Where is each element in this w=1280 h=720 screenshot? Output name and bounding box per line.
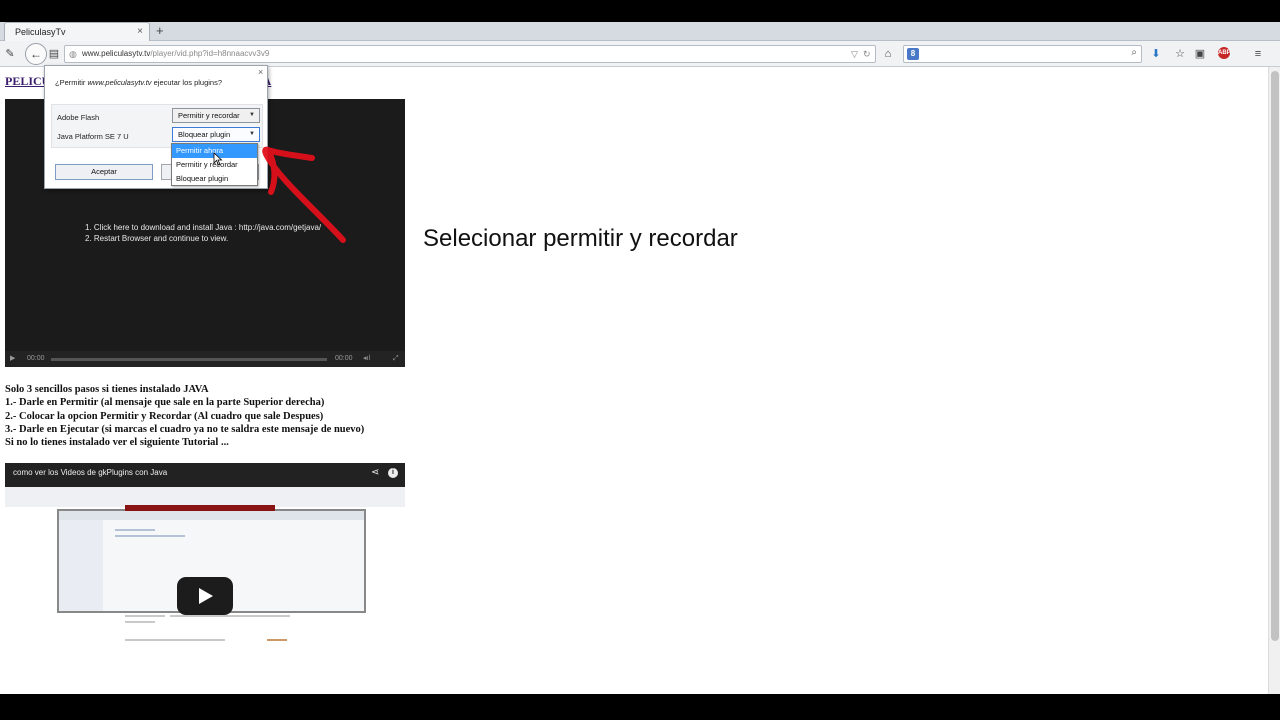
url-path: /player/vid.php?id=h8nnaacvv3v9: [150, 49, 270, 58]
question-suffix: ejecutar los plugins?: [151, 78, 223, 87]
reload-icon[interactable]: ↻: [863, 46, 871, 62]
thumbnail-footer-line: [125, 615, 165, 617]
url-host: www.peliculasytv.tv: [82, 49, 151, 58]
globe-icon[interactable]: ◍: [69, 46, 77, 62]
url-bar[interactable]: ◍ www.peliculasytv.tv/player/vid.php?id=…: [64, 45, 876, 63]
current-time: 00:00: [27, 355, 45, 362]
flash-permission-select[interactable]: Permitir y recordar ▼: [172, 108, 260, 123]
adblock-icon[interactable]: ABP: [1218, 47, 1231, 59]
thumbnail-footer-line: [170, 615, 290, 617]
search-engine-icon[interactable]: 8: [907, 48, 919, 60]
close-icon[interactable]: ×: [258, 67, 263, 77]
puzzle-icon[interactable]: ✎: [2, 45, 18, 63]
player-message[interactable]: 1. Click here to download and install Ja…: [85, 222, 321, 244]
search-icon[interactable]: ⌕: [1131, 47, 1137, 58]
question-prefix: ¿Permitir: [55, 78, 88, 87]
thumbnail-footer-line: [125, 621, 155, 623]
star-icon[interactable]: ☆: [1172, 45, 1188, 63]
scrollbar-thumb[interactable]: [1271, 71, 1279, 641]
chevron-down-icon: ▼: [249, 112, 255, 118]
instructions-text: Solo 3 sencillos pasos si tienes instala…: [5, 383, 364, 449]
flash-permission-value: Permitir y recordar: [178, 111, 240, 120]
video-title-bar: como ver los Videos de gkPlugins con Jav…: [5, 463, 405, 487]
search-bar[interactable]: 8 ⌕: [903, 45, 1142, 63]
back-arrow-icon: ←: [30, 47, 42, 61]
plugin-name-java: Java Platform SE 7 U: [57, 132, 129, 141]
dialog-question: ¿Permitir www.peliculasytv.tv ejecutar l…: [55, 78, 222, 87]
home-icon[interactable]: ⌂: [880, 45, 896, 63]
mouse-cursor-icon: [213, 152, 223, 166]
question-site: www.peliculasytv.tv: [87, 78, 152, 87]
thumbnail-footer-line: [125, 639, 225, 641]
youtube-embed[interactable]: como ver los Videos de gkPlugins con Jav…: [5, 463, 405, 653]
player-controls: ▶ 00:00 00:00 ◂ıl ⤢: [5, 351, 405, 367]
thumbnail-sidebar: [59, 520, 103, 611]
seek-bar[interactable]: [51, 358, 327, 361]
tab-close-icon[interactable]: ×: [137, 23, 143, 41]
instruction-line: 3.- Darle en Ejecutar (si marcas el cuad…: [5, 423, 365, 435]
new-tab-button[interactable]: +: [156, 22, 164, 40]
instruction-line: 1.- Darle en Permitir (al mensaje que sa…: [5, 397, 325, 409]
tab-title: PeliculasyTv: [15, 27, 66, 37]
menu-icon[interactable]: ≡: [1250, 45, 1266, 63]
java-permission-select[interactable]: Bloquear plugin ▼: [172, 127, 260, 142]
instruction-line: 2.- Colocar la opcion Permitir y Recorda…: [5, 410, 324, 422]
share-icon[interactable]: ⋖: [371, 467, 379, 478]
clipboard-icon[interactable]: ▣: [1192, 45, 1208, 63]
plugin-name-flash: Adobe Flash: [57, 113, 100, 122]
instruction-line: Si no lo tienes instalado ver el siguien…: [5, 437, 229, 449]
chevron-down-icon: ▼: [249, 131, 255, 137]
navigation-toolbar: ✎ ← ▤ ◍ www.peliculasytv.tv/player/vid.p…: [0, 41, 1280, 67]
thumbnail-line: [115, 529, 155, 531]
thumbnail-line: [115, 535, 185, 537]
total-time: 00:00: [335, 355, 353, 362]
play-icon[interactable]: ▶: [10, 351, 15, 367]
volume-icon[interactable]: ◂ıl: [363, 351, 370, 367]
bookmark-dropdown-icon[interactable]: ▽: [851, 46, 858, 62]
thumbnail-banner: [125, 505, 275, 511]
thumbnail-footer-line: [267, 639, 287, 641]
show-history-icon[interactable]: ▤: [46, 45, 62, 63]
thumbnail-toolbar: [59, 505, 364, 520]
accept-button[interactable]: Aceptar: [55, 164, 153, 180]
tab-strip: PeliculasyTv × +: [0, 22, 1280, 41]
instruction-line: Solo 3 sencillos pasos si tienes instala…: [5, 384, 209, 395]
youtube-play-button[interactable]: [177, 577, 233, 615]
thumbnail-browser-strip: [5, 487, 405, 507]
vertical-scrollbar[interactable]: [1268, 67, 1280, 694]
info-icon[interactable]: i: [388, 468, 398, 478]
video-title[interactable]: como ver los Videos de gkPlugins con Jav…: [13, 463, 167, 483]
fullscreen-icon[interactable]: ⤢: [393, 351, 399, 367]
browser-tab[interactable]: PeliculasyTv ×: [4, 22, 150, 41]
back-button[interactable]: ←: [25, 43, 47, 65]
java-permission-value: Bloquear plugin: [178, 130, 231, 139]
instruction-annotation: Selecionar permitir y recordar: [423, 225, 738, 252]
plugin-list: Adobe Flash Permitir y recordar ▼ Java Pl…: [51, 104, 263, 148]
window-titlebar: [0, 0, 1280, 22]
download-icon[interactable]: ⬇: [1148, 45, 1164, 63]
option-block-plugin[interactable]: Bloquear plugin: [172, 172, 257, 186]
